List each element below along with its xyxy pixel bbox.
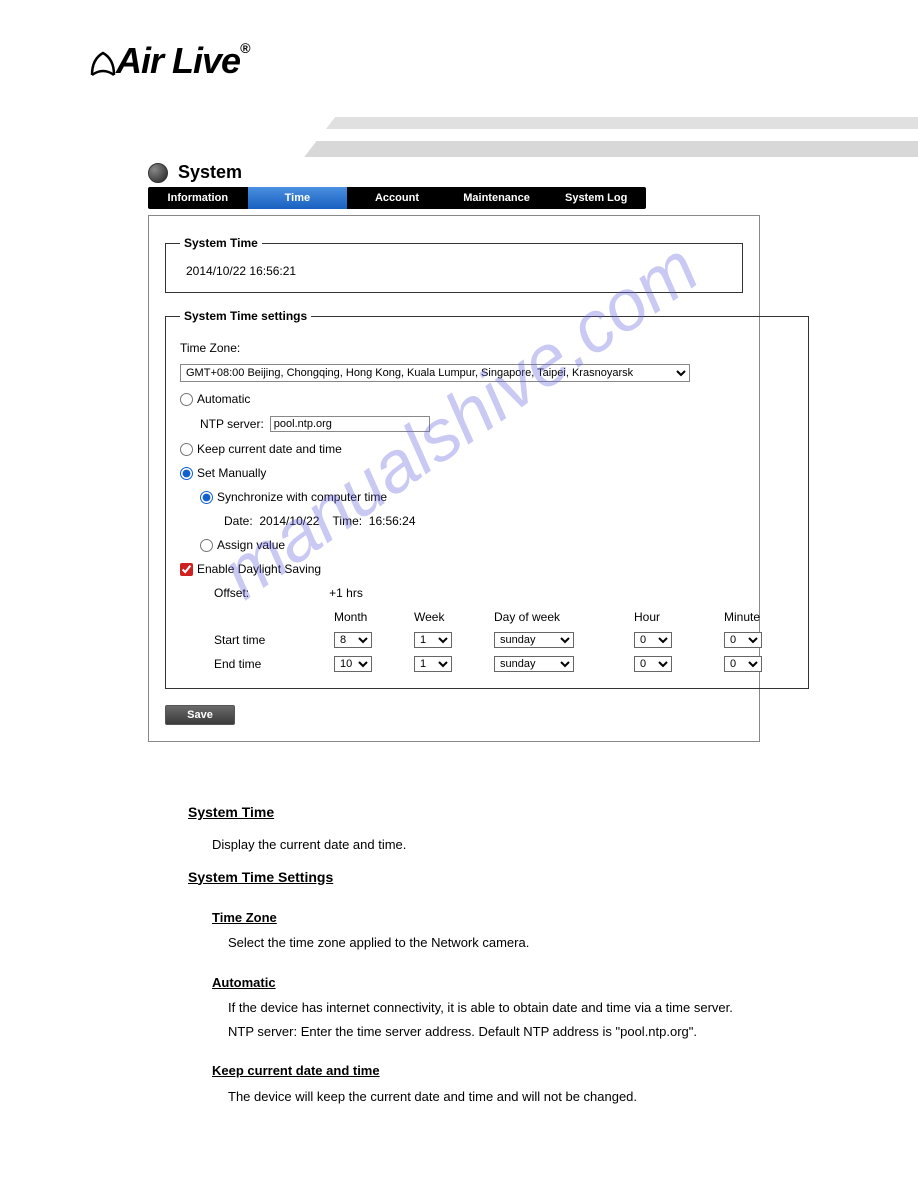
doc-h-tz: Time Zone (212, 908, 748, 928)
documentation-text: System Time Display the current date and… (188, 802, 748, 1106)
current-time-value: 2014/10/22 16:56:21 (180, 260, 728, 282)
doc-p-keep: The device will keep the current date an… (228, 1087, 748, 1107)
start-dow-select[interactable]: sunday (494, 632, 574, 648)
offset-label: Offset: (214, 586, 249, 600)
dst-grid: Month Week Day of week Hour Minute Start… (214, 610, 794, 672)
offset-value: +1 hrs (329, 586, 363, 600)
sync-datetime-row: Date: 2014/10/22 Time: 16:56:24 (224, 514, 794, 528)
ntp-input[interactable] (270, 416, 430, 432)
manual-sync-label: Synchronize with computer time (217, 490, 387, 504)
end-minute-select[interactable]: 0 (724, 656, 762, 672)
tab-account[interactable]: Account (347, 187, 447, 209)
save-button[interactable]: Save (165, 705, 235, 725)
end-hour-select[interactable]: 0 (634, 656, 672, 672)
start-hour-select[interactable]: 0 (634, 632, 672, 648)
manual-assign-radio[interactable] (200, 539, 213, 552)
time-settings-legend: System Time settings (180, 309, 311, 323)
dst-checkbox[interactable] (180, 563, 193, 576)
page-title: System (178, 162, 242, 183)
dst-label: Enable Daylight Saving (197, 562, 321, 576)
mode-manual-label: Set Manually (197, 466, 266, 480)
doc-p-ntp: NTP server: Enter the time server addres… (228, 1022, 748, 1042)
mode-manual-radio[interactable] (180, 467, 193, 480)
end-month-select[interactable]: 10 (334, 656, 372, 672)
doc-h-auto: Automatic (212, 973, 748, 993)
manual-assign-label: Assign value (217, 538, 285, 552)
hdr-week: Week (414, 610, 474, 624)
tab-time[interactable]: Time (248, 187, 348, 209)
doc-h-settings: System Time Settings (188, 867, 748, 888)
start-week-select[interactable]: 1 (414, 632, 452, 648)
time-settings-fieldset: System Time settings Time Zone: GMT+08:0… (165, 309, 809, 689)
timezone-label: Time Zone: (180, 341, 240, 355)
manual-sync-radio[interactable] (200, 491, 213, 504)
system-icon (148, 163, 168, 183)
hdr-minute: Minute (724, 610, 794, 624)
mode-automatic-label: Automatic (197, 392, 250, 406)
header-swoosh (298, 85, 918, 165)
doc-p-system-time: Display the current date and time. (212, 835, 748, 855)
system-time-legend: System Time (180, 236, 262, 250)
doc-h-keep: Keep current date and time (212, 1061, 748, 1081)
hdr-dow: Day of week (494, 610, 614, 624)
settings-panel: System Time 2014/10/22 16:56:21 System T… (148, 215, 760, 742)
tab-information[interactable]: Information (148, 187, 248, 209)
page-title-row: System (148, 162, 768, 183)
hdr-month: Month (334, 610, 394, 624)
mode-keep-label: Keep current date and time (197, 442, 342, 456)
brand-logo: Air Live® (90, 40, 249, 81)
ntp-label: NTP server: (200, 417, 264, 431)
doc-h-system-time: System Time (188, 802, 748, 823)
end-time-label: End time (214, 657, 314, 671)
end-dow-select[interactable]: sunday (494, 656, 574, 672)
end-week-select[interactable]: 1 (414, 656, 452, 672)
start-minute-select[interactable]: 0 (724, 632, 762, 648)
timezone-select[interactable]: GMT+08:00 Beijing, Chongqing, Hong Kong,… (180, 364, 690, 382)
tab-system-log[interactable]: System Log (546, 187, 646, 209)
start-month-select[interactable]: 8 (334, 632, 372, 648)
hdr-hour: Hour (634, 610, 704, 624)
mode-keep-radio[interactable] (180, 443, 193, 456)
doc-p-tz: Select the time zone applied to the Netw… (228, 933, 748, 953)
header: Air Live® (0, 0, 918, 82)
tab-bar: Information Time Account Maintenance Sys… (148, 187, 646, 209)
tab-maintenance[interactable]: Maintenance (447, 187, 547, 209)
doc-p-auto: If the device has internet connectivity,… (228, 998, 748, 1018)
start-time-label: Start time (214, 633, 314, 647)
system-time-fieldset: System Time 2014/10/22 16:56:21 (165, 236, 743, 293)
mode-automatic-radio[interactable] (180, 393, 193, 406)
